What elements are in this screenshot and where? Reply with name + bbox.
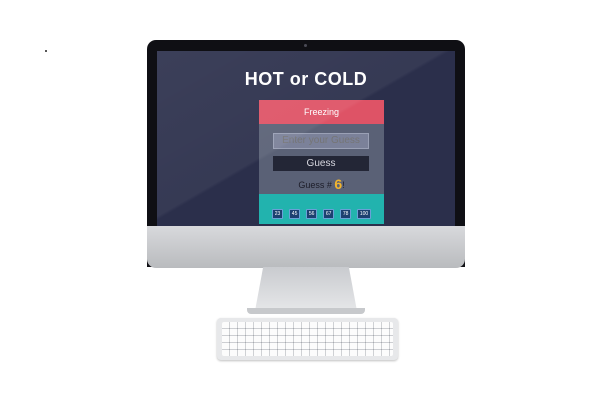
guess-chip: 23 bbox=[271, 209, 284, 219]
speck bbox=[45, 50, 47, 52]
feedback-banner: Freezing bbox=[259, 100, 384, 124]
guess-chip: 45 bbox=[288, 209, 301, 219]
guess-area: Guess Guess # 6! bbox=[259, 124, 384, 194]
guess-history: 23 45 56 67 78 100 bbox=[259, 194, 384, 224]
keyboard bbox=[217, 318, 398, 360]
monitor-chin bbox=[147, 226, 465, 268]
guess-chip: 100 bbox=[356, 209, 372, 219]
guess-counter: Guess # 6! bbox=[259, 176, 384, 192]
monitor-screen: HOT or COLD Freezing Guess Guess # 6! 23… bbox=[157, 51, 455, 247]
guess-count-value: 6 bbox=[334, 176, 343, 192]
guess-button[interactable]: Guess bbox=[273, 156, 369, 171]
guess-chip: 78 bbox=[339, 209, 352, 219]
monitor-stand bbox=[255, 267, 357, 311]
monitor-stand-base bbox=[247, 308, 365, 314]
guess-chip: 56 bbox=[305, 209, 318, 219]
guess-count-suffix: ! bbox=[342, 180, 345, 190]
guess-count-label: Guess # bbox=[298, 180, 332, 190]
app-title: HOT or COLD bbox=[244, 69, 368, 89]
camera-icon bbox=[304, 44, 307, 47]
game-panel: Freezing Guess Guess # 6! 23 45 56 67 78… bbox=[259, 100, 384, 224]
keyboard-keys bbox=[222, 322, 393, 356]
guess-input[interactable] bbox=[273, 133, 369, 149]
guess-chip: 67 bbox=[322, 209, 335, 219]
